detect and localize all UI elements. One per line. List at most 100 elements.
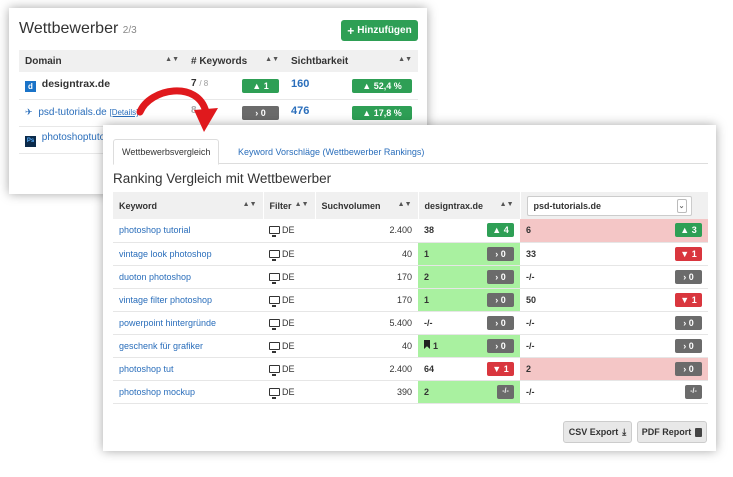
rank-change-badge: › 0 (487, 338, 514, 353)
keyword-link[interactable]: duoton photoshop (119, 272, 191, 282)
visibility-value[interactable]: 476 (291, 105, 309, 117)
keyword-link[interactable]: powerpoint hintergründe (119, 318, 216, 328)
domain-link[interactable]: psd-tutorials.de (38, 107, 106, 118)
desktop-icon (269, 341, 280, 353)
csv-export-button[interactable]: CSV Export ⤓ (563, 421, 632, 443)
competitor-rank-value: 33 (526, 248, 537, 259)
own-rank-value: 2 (424, 271, 430, 282)
comparison-table: Keyword ▲▼ Filter ▲▼ Suchvolumen ▲▼ designt… (113, 192, 709, 404)
add-competitor-button[interactable]: + Hinzufügen (341, 20, 418, 41)
own-rank-value: 1 (424, 248, 430, 259)
keyword-cell: powerpoint hintergründe (113, 311, 263, 335)
keyword-cell: photoshop tutorial (113, 219, 263, 243)
keyword-link[interactable]: geschenk für grafiker (119, 341, 203, 351)
volume-value: 170 (396, 271, 412, 282)
column-header-domain[interactable]: Domain ▲▼ (19, 50, 185, 72)
filter-value: DE (282, 340, 295, 351)
filter-cell: DE (263, 288, 315, 312)
visibility-cell: 160 ▲ 52,4 % (285, 72, 418, 100)
desktop-icon (269, 387, 280, 399)
competitor-rank-cell: 33 ▼ 1 (520, 242, 708, 266)
keywords-cell: 8 › 0 (185, 99, 285, 127)
rank-change-badge: ▼ 1 (487, 361, 514, 376)
keyword-link[interactable]: vintage filter photoshop (119, 295, 212, 305)
domain-name: designtrax.de (41, 78, 111, 91)
keywords-change-badge: ▲ 1 (242, 78, 279, 93)
competitors-title: Wettbewerber 2/3 (19, 20, 137, 38)
keyword-link[interactable]: photoshop tutorial (119, 225, 191, 235)
rank-change-badge: › 0 (487, 269, 514, 284)
column-header-keywords[interactable]: # Keywords ▲▼ (185, 50, 285, 72)
column-header-visibility[interactable]: Sichtbarkeit ▲▼ (285, 50, 418, 72)
own-rank-cell: -/- › 0 (418, 311, 520, 335)
volume-cell: 170 (315, 265, 418, 289)
competitor-rank-value: 6 (526, 225, 532, 236)
keyword-link[interactable]: photoshop mockup (119, 387, 195, 397)
details-link[interactable]: [Details] (109, 108, 138, 117)
tab-keyword-suggestions[interactable]: Keyword Vorschläge (Wettbewerber Ranking… (230, 139, 432, 165)
desktop-icon (269, 226, 280, 238)
tab-wettbewerbsvergleich[interactable]: Wettbewerbsvergleich (113, 139, 220, 165)
competitor-rank-cell: -/- -/- (520, 380, 708, 404)
volume-value: 390 (396, 386, 412, 397)
keyword-cell: geschenk für grafiker (113, 334, 263, 358)
competitor-rank-value: -/- (526, 340, 535, 351)
keywords-change-badge: › 0 (242, 106, 279, 120)
rank-change-badge: › 0 (675, 361, 702, 376)
volume-cell: 40 (315, 242, 418, 266)
volume-value: 40 (401, 340, 412, 351)
domain-cell: ✈ psd-tutorials.de [Details] (19, 99, 185, 127)
competitors-header-row: Domain ▲▼ # Keywords ▲▼ Sichtbarkeit ▲▼ (19, 50, 418, 72)
rank-change-badge: › 0 (487, 315, 514, 330)
column-header-volume[interactable]: Suchvolumen ▲▼ (315, 192, 419, 219)
competitor-rank-value: 50 (526, 294, 537, 305)
filter-value: DE (282, 248, 295, 259)
visibility-value[interactable]: 160 (291, 78, 309, 90)
competitor-rank-value: -/- (526, 386, 535, 397)
keyword-cell: photoshop mockup (113, 380, 263, 404)
table-row: ✈ psd-tutorials.de [Details] 8 › 0 476 ▲… (19, 99, 418, 127)
table-row: duoton photoshop DE 170 2 › 0 -/- › 0 (113, 265, 708, 289)
table-row: photoshop tutorial DE 2.400 38 ▲ 4 6 ▲ 3 (113, 219, 708, 243)
domain-cell: d designtrax.de (19, 72, 185, 100)
volume-cell: 2.400 (315, 219, 418, 243)
volume-value: 40 (401, 248, 412, 259)
table-row: d designtrax.de 7 / 8 ▲ 1 160 ▲ 52,4 % (19, 72, 418, 100)
rank-change-badge: -/- (685, 384, 702, 399)
volume-cell: 2.400 (315, 357, 418, 381)
desktop-icon (269, 272, 280, 284)
column-header-keyword[interactable]: Keyword ▲▼ (113, 192, 264, 219)
table-row: photoshop mockup DE 390 2 -/- -/- -/- (113, 380, 708, 404)
rank-change-badge: ▲ 4 (487, 223, 514, 238)
bookmark-icon (424, 340, 430, 349)
rank-change-badge: › 0 (675, 269, 702, 284)
own-rank-value: -/- (424, 317, 433, 328)
competitors-count: 2/3 (122, 25, 137, 36)
competitor-rank-cell: 2 › 0 (520, 357, 708, 381)
rank-change-badge: › 0 (487, 292, 514, 307)
pdf-report-label: PDF Report (641, 427, 692, 437)
own-rank-value: 64 (424, 363, 435, 374)
keywords-count: 8 (191, 105, 197, 116)
pdf-report-button[interactable]: PDF Report (637, 421, 707, 443)
rank-change-badge: › 0 (675, 338, 702, 353)
sort-icon: ▲▼ (265, 55, 279, 63)
filter-cell: DE (263, 334, 315, 358)
domain-link[interactable]: photoshoptutor (42, 132, 109, 143)
own-rank-value: 2 (424, 386, 430, 397)
sort-icon: ▲▼ (398, 55, 412, 63)
table-row: photoshop tut DE 2.400 64 ▼ 1 2 › 0 (113, 357, 708, 381)
competitor-rank-value: -/- (526, 271, 535, 282)
keyword-link[interactable]: photoshop tut (119, 364, 174, 374)
keyword-link[interactable]: vintage look photoshop (119, 249, 212, 259)
own-rank-value: 1 (433, 341, 439, 351)
column-header-own-domain[interactable]: designtrax.de ▲▼ (418, 192, 521, 219)
own-rank-cell: 1 › 0 (418, 242, 520, 266)
chevron-down-icon: ⌄ (676, 198, 687, 213)
visibility-cell: 476 ▲ 17,8 % (285, 99, 418, 127)
competitor-select[interactable]: psd-tutorials.de ⌄ (526, 195, 692, 216)
competitor-rank-value: -/- (526, 317, 535, 328)
own-rank-cell: 1 › 0 (418, 288, 520, 312)
desktop-icon (269, 364, 280, 376)
column-header-filter[interactable]: Filter ▲▼ (263, 192, 316, 219)
